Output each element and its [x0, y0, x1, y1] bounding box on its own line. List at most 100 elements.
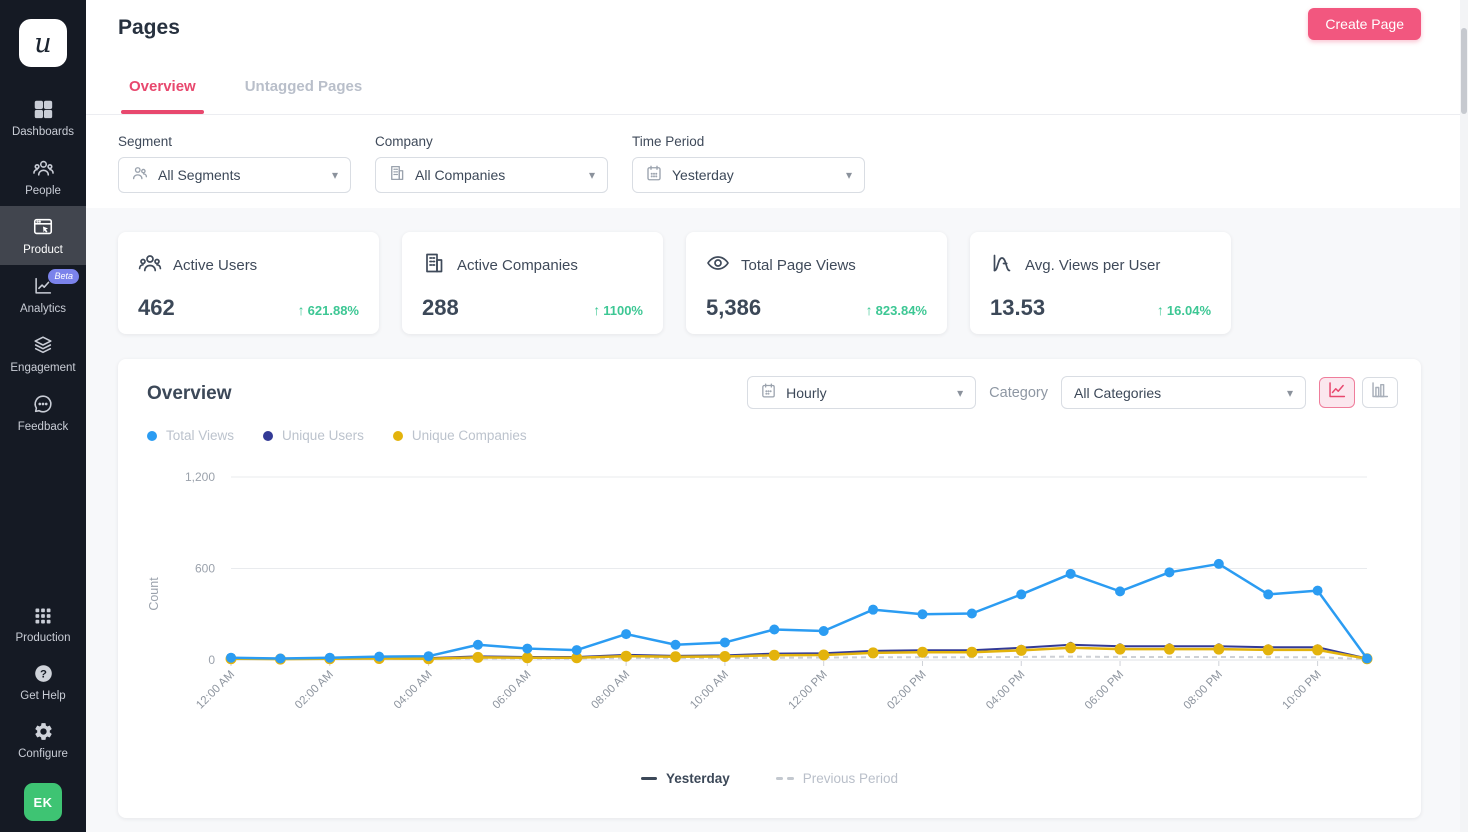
- sidebar-item-label: People: [25, 185, 61, 197]
- stat-label: Total Page Views: [741, 257, 856, 274]
- dots-grid-icon: [33, 606, 53, 626]
- series-legend: Total Views Unique Users Unique Companie…: [147, 428, 527, 443]
- legend-label: Yesterday: [666, 771, 730, 786]
- chart-type-toggle: [1319, 377, 1398, 408]
- line-chart-icon: [1327, 381, 1347, 404]
- people-icon: [138, 251, 162, 280]
- feedback-bubble-icon: [32, 393, 54, 415]
- sidebar-item-label: Engagement: [10, 362, 75, 374]
- help-icon: ?: [33, 663, 54, 684]
- legend-item-total-views[interactable]: Total Views: [147, 428, 234, 443]
- chevron-down-icon: ▾: [332, 168, 338, 182]
- segment-filter-group: Segment All Segments ▾: [118, 134, 351, 193]
- interval-select[interactable]: Hourly ▾: [747, 376, 976, 409]
- scrollbar-track[interactable]: [1460, 0, 1468, 832]
- tab-untagged-label: Untagged Pages: [245, 78, 363, 95]
- svg-text:10:00 PM: 10:00 PM: [1280, 669, 1323, 712]
- sidebar-item-label: Get Help: [20, 690, 65, 702]
- create-page-button[interactable]: Create Page: [1308, 8, 1421, 40]
- stat-change: ↑621.88%: [298, 302, 359, 318]
- chevron-down-icon: ▾: [957, 386, 963, 400]
- sidebar-item-label: Product: [23, 244, 63, 256]
- sidebar-nav: Dashboards People Product Beta: [0, 88, 86, 442]
- sidebar-item-configure[interactable]: Configure: [0, 711, 86, 769]
- page-header: Pages Create Page: [86, 0, 1468, 60]
- sidebar: u Dashboards People: [0, 0, 86, 832]
- arrow-up-icon: ↑: [593, 302, 600, 318]
- segment-filter-label: Segment: [118, 134, 351, 149]
- time-period-select[interactable]: Yesterday ▾: [632, 157, 865, 193]
- dashed-line-mark: [776, 777, 794, 781]
- chevron-down-icon: ▾: [589, 168, 595, 182]
- svg-text:Count: Count: [147, 577, 161, 611]
- svg-text:02:00 PM: 02:00 PM: [885, 669, 928, 712]
- stat-label: Active Users: [173, 257, 257, 274]
- sidebar-item-dashboards[interactable]: Dashboards: [0, 88, 86, 147]
- sidebar-item-engagement[interactable]: Engagement: [0, 324, 86, 383]
- page-title: Pages: [118, 16, 1468, 40]
- beta-badge: Beta: [48, 269, 79, 284]
- stat-card-active-users: Active Users 462 ↑621.88%: [118, 232, 379, 334]
- time-period-filter-label: Time Period: [632, 134, 865, 149]
- svg-text:06:00 PM: 06:00 PM: [1083, 669, 1126, 712]
- svg-text:08:00 AM: 08:00 AM: [589, 669, 632, 712]
- segment-select[interactable]: All Segments ▾: [118, 157, 351, 193]
- chevron-down-icon: ▾: [846, 168, 852, 182]
- arrow-up-icon: ↑: [298, 302, 305, 318]
- legend-dot-blue: [147, 431, 157, 441]
- building-icon: [422, 251, 446, 280]
- arrow-up-icon: ↑: [866, 302, 873, 318]
- stat-card-total-page-views: Total Page Views 5,386 ↑823.84%: [686, 232, 947, 334]
- svg-text:0: 0: [208, 653, 215, 667]
- svg-text:06:00 AM: 06:00 AM: [491, 669, 534, 712]
- sidebar-item-feedback[interactable]: Feedback: [0, 383, 86, 442]
- legend-item-yesterday[interactable]: Yesterday: [641, 771, 730, 786]
- tab-overview[interactable]: Overview: [129, 78, 196, 114]
- svg-text:04:00 PM: 04:00 PM: [984, 669, 1027, 712]
- stat-value: 288: [422, 295, 459, 321]
- scrollbar-thumb[interactable]: [1461, 28, 1467, 114]
- chart-plot-area[interactable]: 06001,200Count12:00 AM02:00 AM04:00 AM06…: [118, 451, 1421, 741]
- sidebar-item-label: Feedback: [18, 421, 69, 433]
- svg-text:10:00 AM: 10:00 AM: [688, 669, 731, 712]
- company-select[interactable]: All Companies ▾: [375, 157, 608, 193]
- overview-section-title: Overview: [147, 383, 232, 405]
- bar-chart-type-button[interactable]: [1362, 377, 1398, 408]
- main-content: Pages Create Page Overview Untagged Page…: [86, 0, 1468, 832]
- dashboard-body: Active Users 462 ↑621.88% Active Compani…: [86, 208, 1468, 832]
- sidebar-item-get-help[interactable]: ? Get Help: [0, 653, 86, 711]
- calendar-icon: [760, 382, 777, 404]
- company-filter-group: Company All Companies ▾: [375, 134, 608, 193]
- sidebar-item-product[interactable]: Product: [0, 206, 86, 265]
- sidebar-item-people[interactable]: People: [0, 147, 86, 206]
- arrow-up-icon: ↑: [1157, 302, 1164, 318]
- sidebar-item-label: Dashboards: [12, 126, 74, 138]
- stat-value: 462: [138, 295, 175, 321]
- legend-item-unique-users[interactable]: Unique Users: [263, 428, 364, 443]
- legend-item-previous-period[interactable]: Previous Period: [776, 771, 898, 786]
- app-logo-letter: u: [34, 28, 51, 59]
- svg-text:04:00 AM: 04:00 AM: [392, 669, 435, 712]
- svg-text:1,200: 1,200: [185, 470, 215, 484]
- category-select[interactable]: All Categories ▾: [1061, 376, 1306, 409]
- layers-icon: [32, 334, 54, 356]
- legend-label: Previous Period: [803, 771, 898, 786]
- legend-dot-purple: [263, 431, 273, 441]
- sidebar-item-label: Configure: [18, 748, 68, 760]
- segment-select-value: All Segments: [158, 167, 323, 183]
- user-avatar[interactable]: EK: [24, 783, 62, 821]
- sidebar-item-production[interactable]: Production: [0, 596, 86, 653]
- calendar-icon: [645, 164, 663, 187]
- legend-item-unique-companies[interactable]: Unique Companies: [393, 428, 527, 443]
- bell-curve-icon: [990, 251, 1014, 280]
- dashboards-grid-icon: [32, 98, 54, 120]
- solid-line-mark: [641, 777, 657, 781]
- time-period-select-value: Yesterday: [672, 167, 837, 183]
- sidebar-item-label: Analytics: [20, 303, 66, 315]
- gear-icon: [33, 721, 54, 742]
- sidebar-item-analytics[interactable]: Beta Analytics: [0, 265, 86, 324]
- app-logo[interactable]: u: [19, 19, 67, 67]
- tab-untagged-pages[interactable]: Untagged Pages: [245, 78, 363, 114]
- period-legend: Yesterday Previous Period: [118, 771, 1421, 786]
- line-chart-type-button[interactable]: [1319, 377, 1355, 408]
